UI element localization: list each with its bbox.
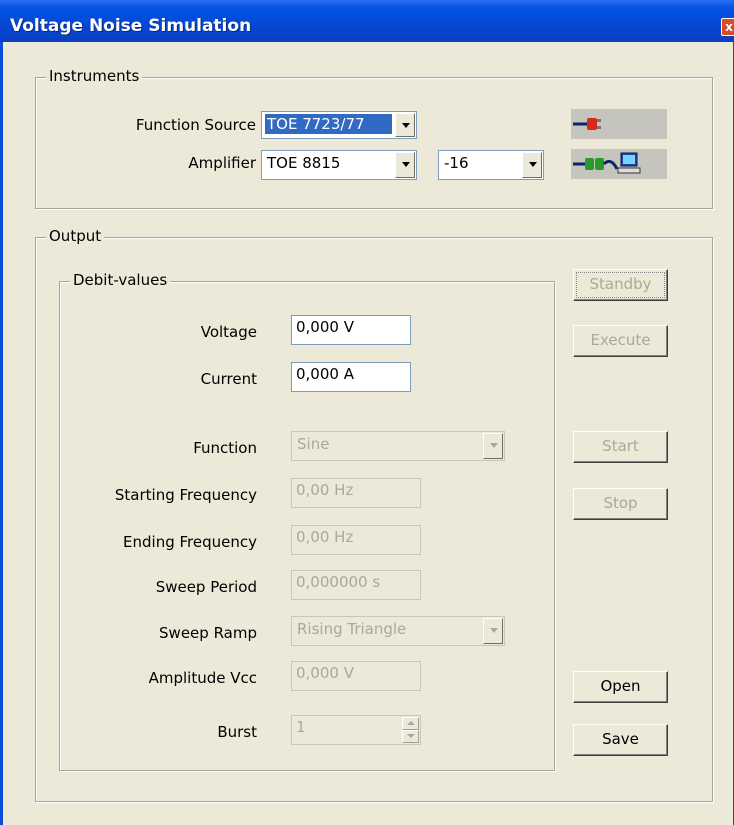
amplifier-range-select[interactable]: -16	[438, 150, 544, 180]
chevron-down-icon[interactable]	[483, 618, 503, 644]
amplifier-status	[571, 149, 667, 179]
spin-up-icon[interactable]	[402, 717, 419, 730]
close-button[interactable]: x	[721, 18, 734, 36]
output-legend: Output	[46, 227, 105, 245]
sweep-ramp-label: Sweep Ramp	[159, 624, 257, 642]
window-title: Voltage Noise Simulation	[10, 16, 252, 36]
debit-values-group: Debit-values Voltage 0,000 V Current 0,0…	[59, 271, 555, 771]
sweep-ramp-select[interactable]: Rising Triangle	[291, 616, 505, 646]
current-label: Current	[200, 370, 257, 388]
spin-down-icon[interactable]	[402, 730, 419, 743]
chevron-down-icon[interactable]	[395, 152, 415, 178]
burst-spin-buttons[interactable]	[402, 717, 419, 743]
amplifier-value: TOE 8815	[267, 154, 341, 172]
chevron-down-icon[interactable]	[395, 113, 415, 137]
function-source-value: TOE 7723/77	[265, 114, 392, 134]
sweep-ramp-value: Rising Triangle	[297, 620, 407, 638]
chevron-down-icon[interactable]	[483, 433, 503, 459]
standby-button[interactable]: Standby	[573, 269, 668, 301]
dialog-window: Voltage Noise Simulation x Instruments F…	[0, 0, 734, 825]
function-source-select[interactable]: TOE 7723/77	[261, 111, 417, 139]
burst-value: 1	[296, 718, 306, 736]
amplifier-label: Amplifier	[188, 154, 256, 172]
green-plug-connected-computer-icon	[573, 152, 641, 174]
starting-frequency-field[interactable]: 0,00 Hz	[291, 478, 421, 508]
starting-frequency-label: Starting Frequency	[114, 486, 257, 504]
debit-values-legend: Debit-values	[70, 271, 171, 289]
voltage-field[interactable]: 0,000 V	[291, 315, 411, 345]
stop-button[interactable]: Stop	[573, 488, 668, 520]
chevron-down-icon[interactable]	[522, 152, 542, 178]
function-select[interactable]: Sine	[291, 431, 505, 461]
function-source-status	[571, 109, 667, 139]
instruments-group: Instruments Function Source TOE 7723/77 …	[35, 67, 713, 209]
output-group: Output Debit-values Voltage 0,000 V Curr…	[35, 227, 713, 802]
close-icon: x	[725, 20, 733, 34]
start-button[interactable]: Start	[573, 431, 668, 463]
current-field[interactable]: 0,000 A	[291, 362, 411, 392]
save-button[interactable]: Save	[573, 724, 668, 756]
execute-button[interactable]: Execute	[573, 325, 668, 357]
open-button[interactable]: Open	[573, 671, 668, 703]
ending-frequency-field[interactable]: 0,00 Hz	[291, 525, 421, 555]
amplitude-vcc-field[interactable]: 0,000 V	[291, 661, 421, 691]
title-bar[interactable]: Voltage Noise Simulation x	[0, 0, 734, 42]
burst-label: Burst	[217, 723, 257, 741]
sweep-period-label: Sweep Period	[155, 578, 257, 596]
sweep-period-field[interactable]: 0,000000 s	[291, 570, 421, 600]
burst-spinner[interactable]: 1	[291, 715, 421, 745]
amplitude-vcc-label: Amplitude Vcc	[148, 669, 257, 687]
red-plug-disconnected-icon	[573, 118, 601, 130]
function-source-label: Function Source	[135, 116, 256, 134]
amplifier-range-value: -16	[444, 154, 469, 172]
instruments-legend: Instruments	[46, 67, 143, 85]
function-label: Function	[193, 439, 257, 457]
function-value: Sine	[297, 435, 330, 453]
ending-frequency-label: Ending Frequency	[123, 533, 257, 551]
voltage-label: Voltage	[200, 323, 257, 341]
amplifier-select[interactable]: TOE 8815	[261, 150, 417, 180]
